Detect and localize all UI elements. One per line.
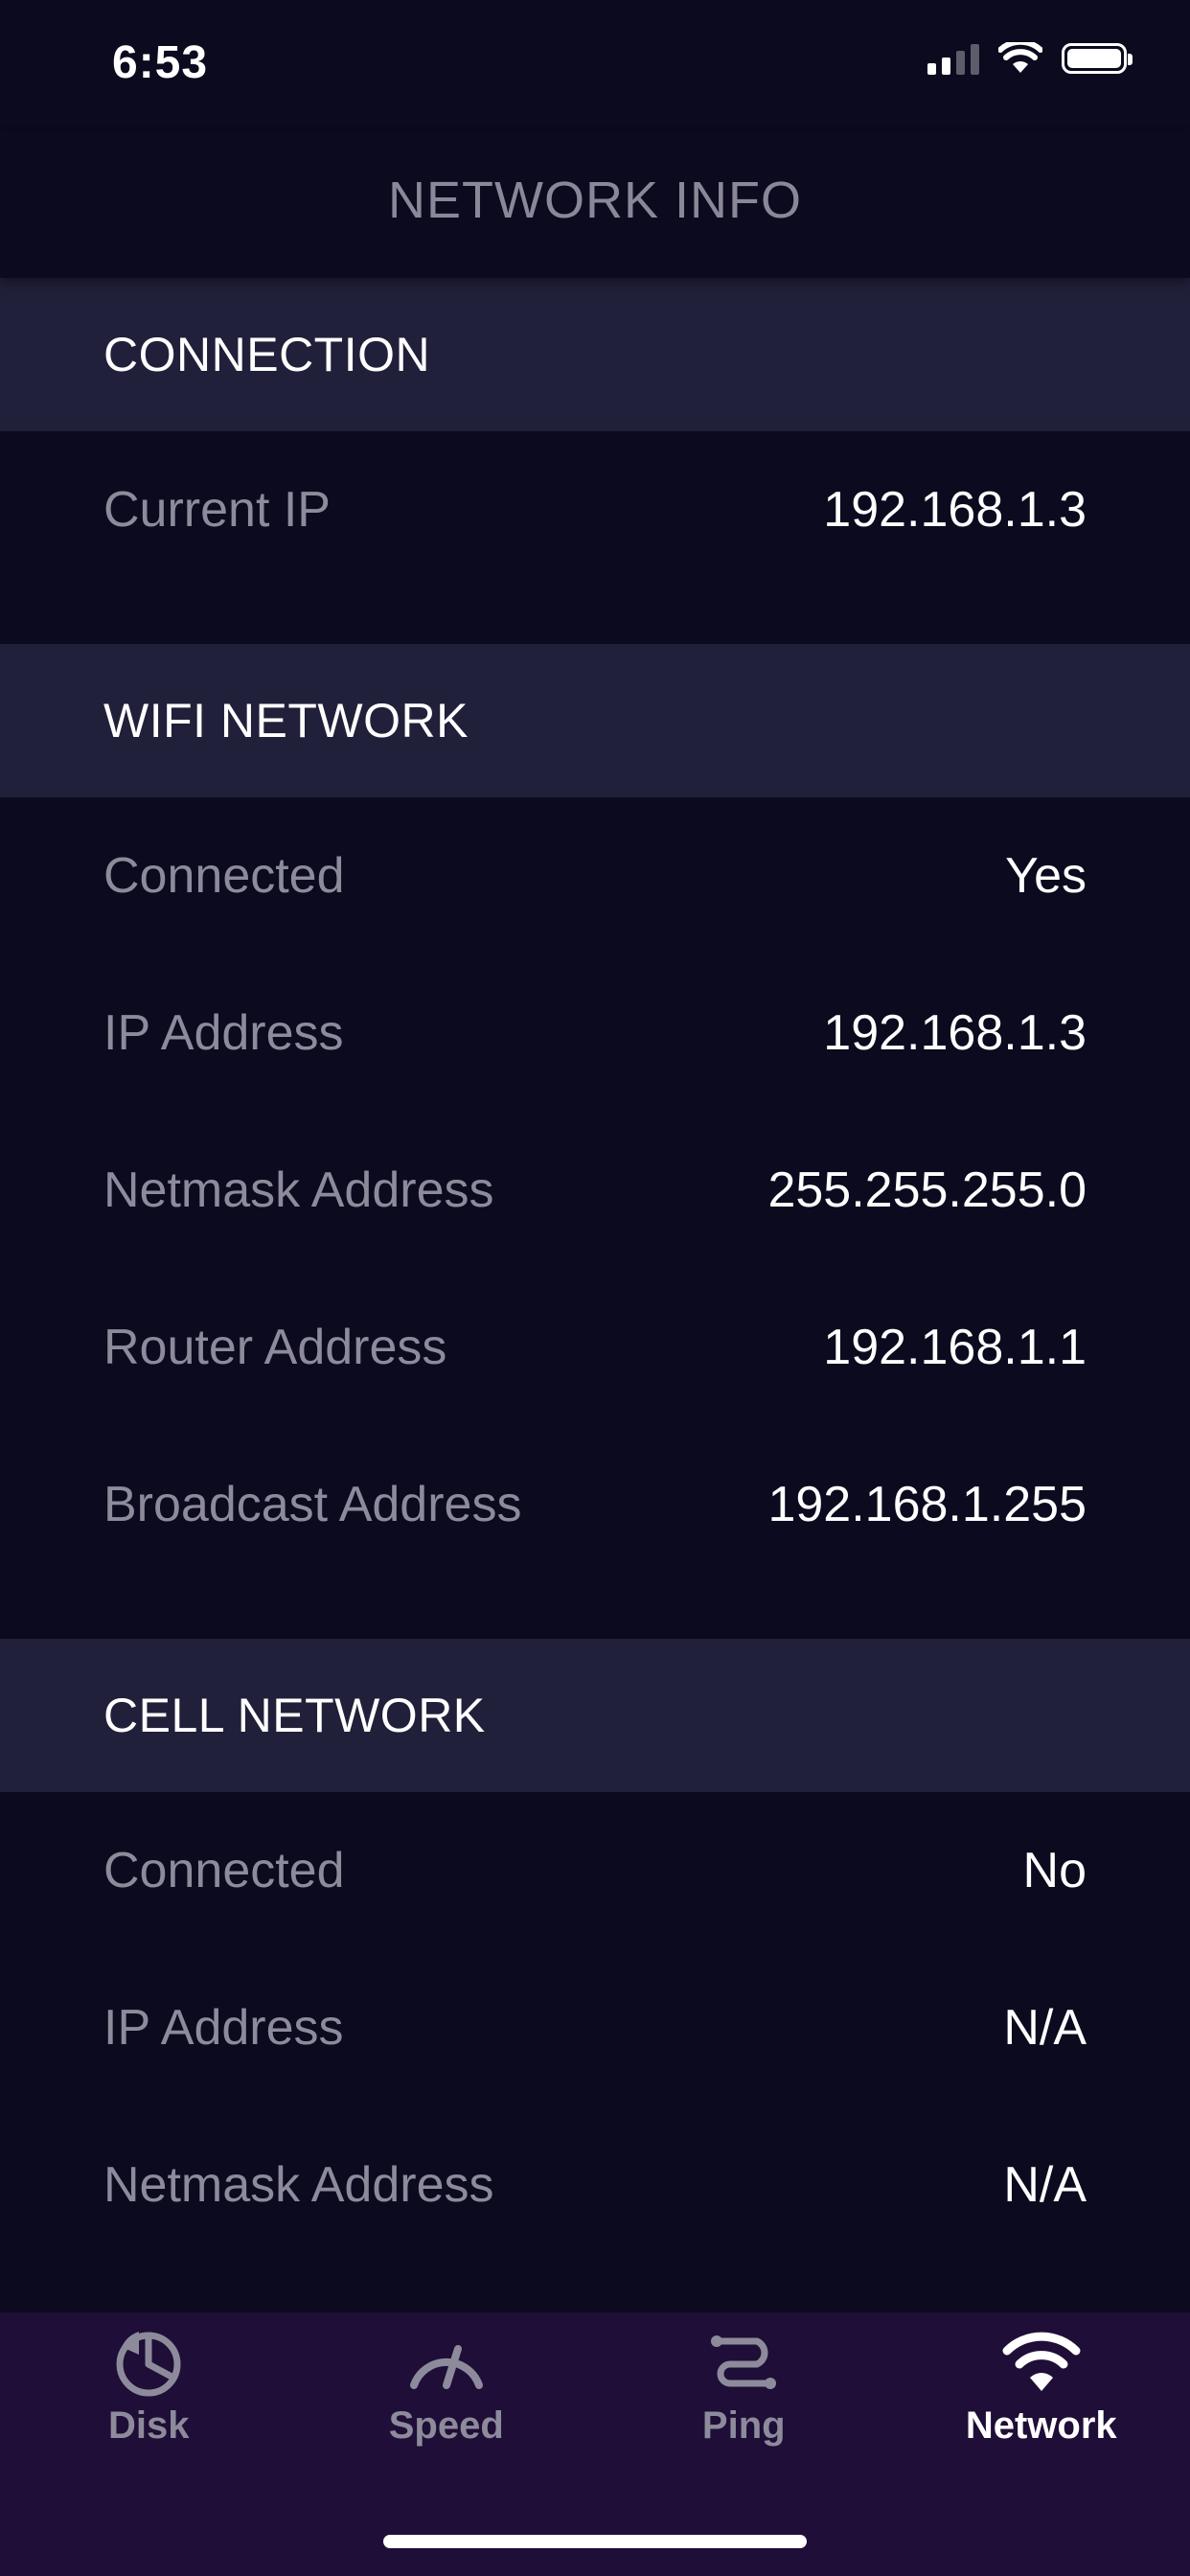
status-time: 6:53	[112, 37, 209, 88]
page-title: NETWORK INFO	[388, 172, 802, 229]
row-value: N/A	[1003, 2157, 1087, 2213]
battery-icon	[1062, 43, 1133, 74]
row-value: 192.168.1.3	[823, 1005, 1087, 1061]
row-label: Current IP	[103, 482, 331, 538]
network-info-list[interactable]: CONNECTION Current IP 192.168.1.3 WIFI N…	[0, 278, 1190, 2264]
row-label: Router Address	[103, 1320, 447, 1375]
row-wifi-connected: Connected Yes	[0, 797, 1190, 954]
row-value: 192.168.1.3	[823, 482, 1087, 538]
row-label: Connected	[103, 1843, 345, 1898]
row-label: IP Address	[103, 1005, 344, 1061]
tab-label: Ping	[701, 2404, 786, 2447]
cellular-signal-icon	[927, 42, 979, 75]
pie-chart-icon	[116, 2332, 181, 2397]
row-value: 255.255.255.0	[767, 1162, 1087, 1218]
tab-label: Disk	[108, 2404, 190, 2447]
row-cell-connected: Connected No	[0, 1792, 1190, 1949]
row-cell-netmask-address: Netmask Address N/A	[0, 2106, 1190, 2264]
tab-disk[interactable]: Disk	[0, 2326, 298, 2479]
row-wifi-broadcast-address: Broadcast Address 192.168.1.255	[0, 1426, 1190, 1583]
row-value: 192.168.1.1	[823, 1320, 1087, 1375]
row-value: N/A	[1003, 2000, 1087, 2056]
row-wifi-router-address: Router Address 192.168.1.1	[0, 1269, 1190, 1426]
tab-ping[interactable]: Ping	[595, 2326, 893, 2479]
row-label: Netmask Address	[103, 1162, 494, 1218]
row-cell-ip-address: IP Address N/A	[0, 1949, 1190, 2106]
section-header-cell-network: CELL NETWORK	[0, 1639, 1190, 1792]
row-wifi-ip-address: IP Address 192.168.1.3	[0, 954, 1190, 1112]
section-header-connection: CONNECTION	[0, 278, 1190, 431]
row-label: IP Address	[103, 2000, 344, 2056]
home-indicator[interactable]	[383, 2535, 807, 2548]
row-label: Broadcast Address	[103, 1477, 522, 1532]
section-header-wifi-network: WIFI NETWORK	[0, 644, 1190, 797]
tab-network[interactable]: Network	[893, 2326, 1190, 2479]
row-label: Netmask Address	[103, 2157, 494, 2213]
row-value: Yes	[1005, 848, 1087, 904]
row-value: No	[1022, 1843, 1087, 1898]
network-info-screen: 6:53 NETWORK INFO CONNECTION Current IP …	[0, 0, 1190, 2576]
tab-label: Network	[965, 2404, 1117, 2447]
tab-speed[interactable]: Speed	[298, 2326, 596, 2479]
ping-route-icon	[711, 2335, 777, 2389]
row-value: 192.168.1.255	[767, 1477, 1087, 1532]
row-current-ip: Current IP 192.168.1.3	[0, 431, 1190, 588]
row-label: Connected	[103, 848, 345, 904]
status-icons	[927, 42, 1133, 75]
speedometer-icon	[409, 2345, 483, 2389]
row-wifi-netmask-address: Netmask Address 255.255.255.0	[0, 1112, 1190, 1269]
tab-label: Speed	[388, 2404, 504, 2447]
navigation-bar: NETWORK INFO	[0, 130, 1190, 278]
wifi-status-icon	[998, 42, 1042, 73]
wifi-icon	[1002, 2332, 1081, 2391]
status-bar: 6:53	[0, 0, 1190, 130]
